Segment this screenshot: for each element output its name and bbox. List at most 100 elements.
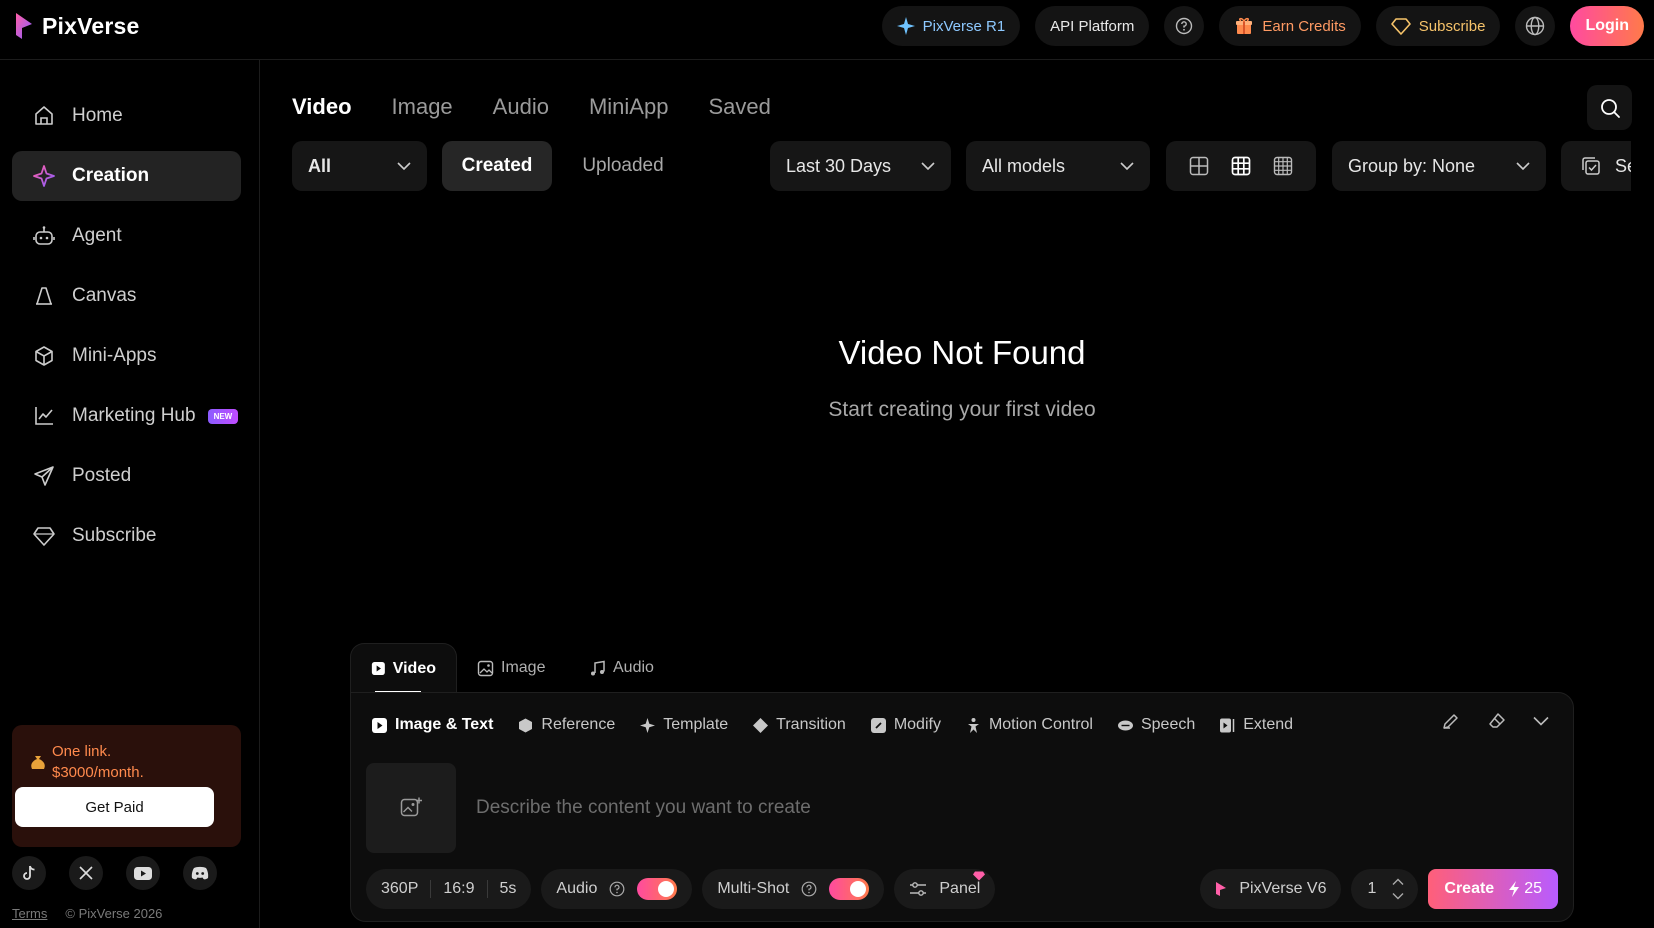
tab-audio[interactable]: Audio (493, 94, 549, 120)
output-settings-button[interactable]: 360P 16:9 5s (366, 869, 532, 909)
select-label: Se (1615, 155, 1631, 176)
pixverse-r1-button[interactable]: PixVerse R1 (881, 6, 1021, 46)
login-button[interactable]: Login (1570, 6, 1644, 46)
mode-modify[interactable]: Modify (870, 716, 941, 734)
composer-tab-audio[interactable]: Audio (569, 643, 674, 693)
tab-image[interactable]: Image (392, 94, 453, 120)
send-icon (34, 466, 54, 486)
tiktok-icon (23, 865, 35, 880)
select-button[interactable]: Se (1561, 141, 1631, 191)
canvas-icon (36, 287, 52, 305)
created-filter-button[interactable]: Created (442, 141, 552, 191)
mode-speech[interactable]: Speech (1117, 716, 1195, 734)
composer-tab-video[interactable]: Video (350, 643, 457, 693)
type-filter-dropdown[interactable]: All (292, 141, 427, 191)
grid-small-button[interactable] (1273, 156, 1293, 176)
logo[interactable]: PixVerse (14, 10, 140, 42)
tiktok-link[interactable] (12, 856, 46, 890)
audio-toggle[interactable] (637, 878, 678, 900)
panel-button[interactable]: Panel (894, 869, 996, 909)
language-button[interactable] (1515, 6, 1556, 46)
subscribe-label: Subscribe (1418, 17, 1486, 35)
discord-link[interactable] (183, 856, 217, 890)
chevron-down-icon[interactable] (1392, 892, 1404, 900)
get-paid-button[interactable]: Get Paid (15, 787, 214, 827)
mode-transition[interactable]: Transition (752, 716, 846, 734)
date-range-dropdown[interactable]: Last 30 Days (770, 141, 951, 191)
youtube-link[interactable] (126, 856, 160, 890)
chevron-up-icon[interactable] (1392, 878, 1404, 886)
earn-credits-button[interactable]: Earn Credits (1219, 6, 1361, 46)
quantity-value: 1 (1367, 880, 1377, 897)
video-icon (371, 662, 385, 675)
group-by-dropdown[interactable]: Group by: None (1332, 141, 1546, 191)
duration-value: 5s (499, 880, 517, 897)
mode-image-text[interactable]: Image & Text (371, 716, 493, 734)
promo-card: One link. $3000/month. (12, 725, 241, 847)
sparkle-icon (896, 17, 915, 35)
sidebar-item-subscribe[interactable]: Subscribe (12, 511, 241, 561)
grid-size-toggle (1166, 141, 1316, 191)
composer-panel: Image & Text Reference Template Transiti… (350, 692, 1574, 922)
globe-icon (1526, 16, 1545, 36)
divider (430, 880, 432, 898)
generation-modes: Image & Text Reference Template Transiti… (371, 711, 1293, 739)
filter-bar: All Created Uploaded Last 30 Days All mo… (0, 141, 1654, 191)
prompt-input[interactable]: Describe the content you want to create (476, 797, 811, 819)
pixverse-logo-icon (16, 13, 32, 39)
mode-motion-control[interactable]: Motion Control (965, 716, 1093, 734)
mode-template[interactable]: Template (639, 716, 728, 734)
group-by-value: Group by: None (1348, 155, 1476, 176)
collapse-composer-button[interactable] (1533, 716, 1549, 726)
help-button[interactable] (1164, 6, 1205, 46)
sidebar-item-home[interactable]: Home (12, 91, 241, 141)
sidebar-item-mini-apps[interactable]: Mini-Apps (12, 331, 241, 381)
promo-text: One link. $3000/month. (52, 741, 232, 783)
grid-medium-button[interactable] (1231, 156, 1251, 176)
clear-button[interactable] (1487, 711, 1507, 731)
cube-icon (35, 346, 53, 366)
quantity-stepper[interactable]: 1 (1351, 869, 1419, 909)
sidebar-item-label: Posted (72, 465, 132, 486)
image-upload-box[interactable] (366, 763, 456, 853)
tab-video[interactable]: Video (292, 94, 352, 120)
help-icon[interactable] (801, 881, 817, 897)
lightning-icon (1509, 881, 1520, 897)
grid-large-button[interactable] (1189, 156, 1209, 176)
mode-label: Transition (776, 716, 846, 733)
api-platform-button[interactable]: API Platform (1035, 6, 1150, 46)
model-filter-dropdown[interactable]: All models (966, 141, 1150, 191)
mode-label: Reference (541, 716, 616, 733)
model-selector[interactable]: PixVerse V6 (1200, 869, 1342, 909)
new-badge: NEW (207, 408, 239, 424)
terms-link[interactable]: Terms (12, 906, 47, 921)
edit-prompt-button[interactable] (1441, 711, 1461, 731)
empty-state-title: Video Not Found (838, 334, 1086, 371)
sparkle-icon (640, 717, 656, 733)
pen-sparkle-icon (1443, 714, 1458, 729)
tab-saved[interactable]: Saved (708, 94, 770, 120)
multi-shot-label: Multi-Shot (717, 880, 790, 897)
uploaded-filter-button[interactable]: Uploaded (568, 141, 678, 191)
grid-2x2-icon (1189, 156, 1209, 176)
subscribe-button[interactable]: Subscribe (1375, 6, 1501, 46)
sidebar-item-posted[interactable]: Posted (12, 451, 241, 501)
pixverse-r1-label: PixVerse R1 (922, 17, 1006, 35)
sidebar-item-marketing-hub[interactable]: Marketing Hub NEW (12, 391, 241, 441)
x-icon (79, 866, 93, 880)
create-button[interactable]: Create 25 (1428, 869, 1558, 909)
help-icon[interactable] (609, 881, 625, 897)
tab-miniapp[interactable]: MiniApp (589, 94, 668, 120)
sidebar-item-agent[interactable]: Agent (12, 211, 241, 261)
search-button[interactable] (1587, 85, 1632, 130)
mode-reference[interactable]: Reference (517, 716, 615, 734)
sidebar-item-label: Subscribe (72, 525, 157, 546)
mode-extend[interactable]: Extend (1219, 716, 1293, 734)
earn-credits-label: Earn Credits (1262, 17, 1346, 35)
x-link[interactable] (69, 856, 103, 890)
composer-tab-image[interactable]: Image (457, 643, 565, 693)
date-range-value: Last 30 Days (786, 155, 892, 176)
multi-shot-toggle[interactable] (829, 878, 870, 900)
sidebar-footer: Terms © PixVerse 2026 (12, 906, 162, 921)
sidebar-item-canvas[interactable]: Canvas (12, 271, 241, 321)
